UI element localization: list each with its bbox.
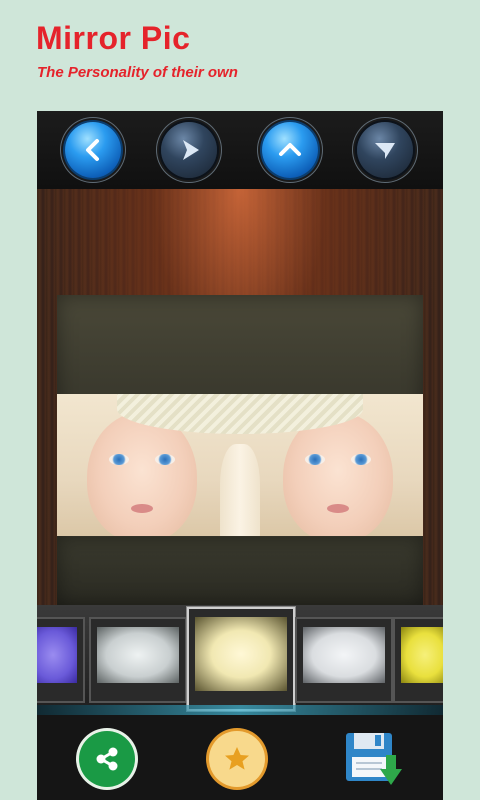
eye bbox=[351, 454, 371, 465]
app-screen bbox=[37, 111, 443, 800]
save-button[interactable] bbox=[342, 727, 404, 789]
bottom-action-bar bbox=[37, 715, 443, 800]
frame-thumb-grey[interactable] bbox=[89, 617, 187, 703]
mouth bbox=[327, 504, 349, 513]
back-button[interactable] bbox=[65, 122, 121, 178]
mirror-down-button[interactable] bbox=[357, 122, 413, 178]
mirrored-photo[interactable] bbox=[57, 394, 423, 536]
chevron-up-icon bbox=[279, 143, 301, 156]
frame-thumb-purple[interactable] bbox=[37, 617, 85, 703]
nav-toolbar bbox=[37, 111, 443, 189]
favorite-button[interactable] bbox=[209, 731, 265, 787]
mirror-seam bbox=[220, 444, 260, 536]
app-subtitle: The Personality of their own bbox=[37, 64, 238, 81]
mirror-up-button[interactable] bbox=[262, 122, 318, 178]
next-button[interactable] bbox=[161, 122, 217, 178]
mouth bbox=[131, 504, 153, 513]
floppy-save-icon bbox=[346, 733, 402, 785]
eye bbox=[305, 454, 325, 465]
chevron-down-icon bbox=[375, 143, 395, 159]
app-title: Mirror Pic bbox=[36, 20, 191, 56]
chevron-left-icon bbox=[86, 139, 99, 161]
share-button[interactable] bbox=[79, 731, 135, 787]
star-icon bbox=[225, 747, 249, 770]
share-icon bbox=[96, 747, 118, 771]
play-right-icon bbox=[183, 140, 199, 160]
frame-thumb-yellow[interactable] bbox=[393, 617, 443, 703]
eye bbox=[155, 454, 175, 465]
eye bbox=[109, 454, 129, 465]
frame-thumbnail-strip[interactable] bbox=[37, 605, 443, 715]
frame-thumb-silver[interactable] bbox=[295, 617, 393, 703]
frame-thumb-cream[interactable] bbox=[187, 607, 295, 711]
frame-bottom bbox=[57, 537, 423, 605]
